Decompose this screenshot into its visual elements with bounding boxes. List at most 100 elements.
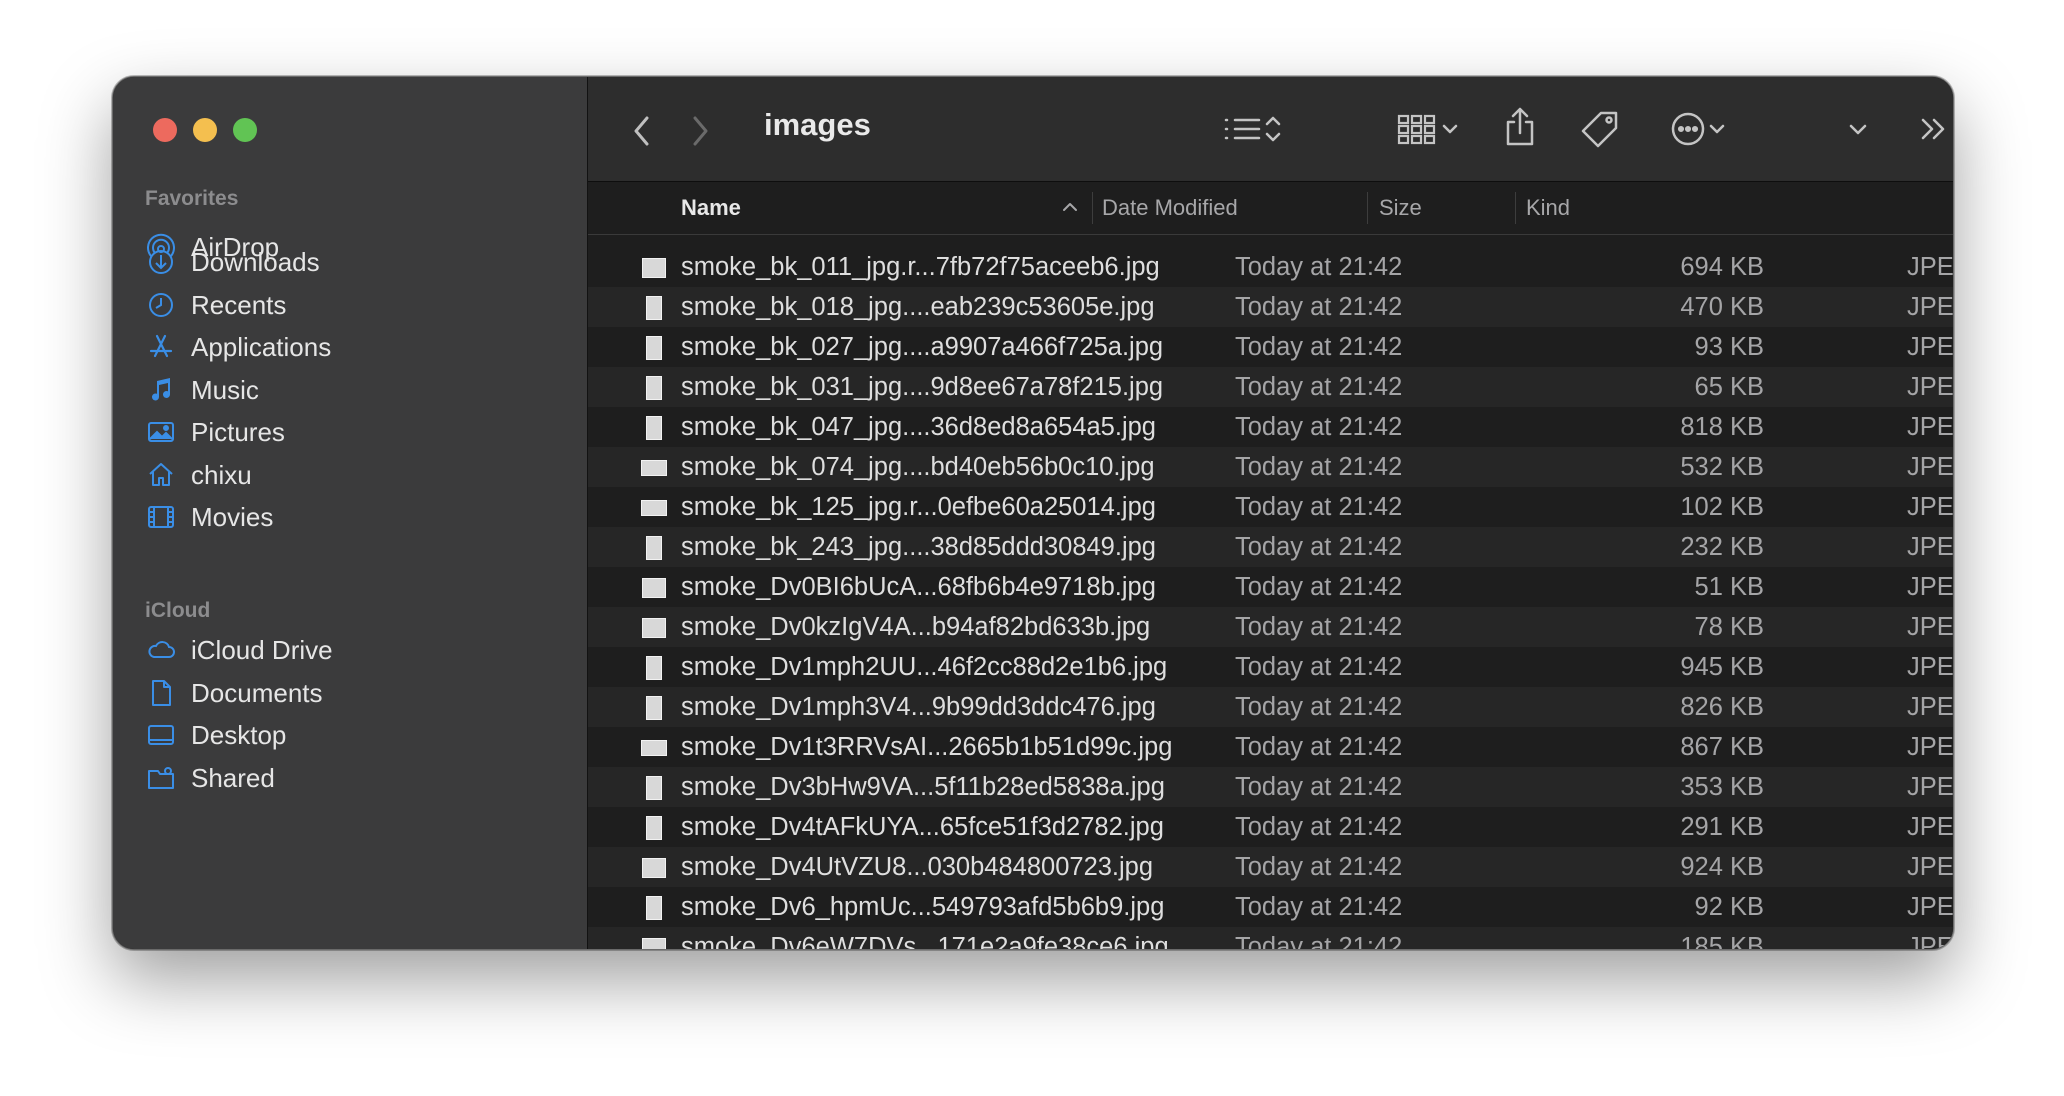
share-icon [1506,107,1534,146]
file-size: 93 KB [1694,333,1764,361]
double-chevron-icon [1921,118,1945,140]
sidebar-item-label: Documents [191,677,323,708]
file-row[interactable]: smoke_Dv1mph3V4...9b99dd3ddc476.jpg Today… [588,687,1953,727]
sidebar-item-home[interactable]: chixu [141,453,561,497]
sidebar-item-shared[interactable]: Shared [141,756,561,800]
sidebar-item-label: Music [191,374,259,405]
image-thumbnail-icon [641,895,667,921]
file-row[interactable]: smoke_Dv4UtVZU8...030b484800723.jpg Today… [588,847,1953,887]
image-thumbnail-icon [641,295,667,321]
file-row[interactable]: smoke_Dv0kzIgV4A...b94af82bd633b.jpg Toda… [588,607,1953,647]
file-row[interactable]: smoke_bk_018_jpg....eab239c53605e.jpg Tod… [588,287,1953,327]
image-thumbnail-icon [641,375,667,401]
column-header-size[interactable]: Size [1379,182,1422,234]
file-row[interactable]: smoke_bk_031_jpg....9d8ee67a78f215.jpg To… [588,367,1953,407]
more-actions-icon [1671,112,1705,146]
more-actions-button[interactable] [1658,107,1738,151]
file-date-modified: Today at 21:42 [1235,413,1403,441]
file-date-modified: Today at 21:42 [1235,453,1403,481]
file-row[interactable]: smoke_Dv6_hpmUc...549793afd5b6b9.jpg Toda… [588,887,1953,927]
sidebar-item-label: Shared [191,762,275,793]
column-header-date[interactable]: Date Modified [1102,182,1238,234]
group-by-button[interactable] [1388,107,1468,151]
file-name: smoke_bk_125_jpg.r...0efbe60a25014.jpg [681,493,1156,521]
file-row[interactable]: smoke_bk_125_jpg.r...0efbe60a25014.jpg To… [588,487,1953,527]
file-name: smoke_Dv4tAFkUYA...65fce51f3d2782.jpg [681,813,1164,841]
file-date-modified: Today at 21:42 [1235,533,1403,561]
file-row[interactable]: smoke_bk_243_jpg....38d85ddd30849.jpg Tod… [588,527,1953,567]
file-row[interactable]: smoke_bk_011_jpg.r...7fb72f75aceeb6.jpg T… [588,247,1953,287]
file-date-modified: Today at 21:42 [1235,653,1403,681]
sidebar-item-icloud-drive[interactable]: iCloud Drive [141,628,561,672]
sidebar-item-recents[interactable]: Recents [141,283,561,327]
file-row[interactable]: smoke_bk_047_jpg....36d8ed8a654a5.jpg Tod… [588,407,1953,447]
file-browser: images Name Date Modified Size Kind smok… [588,77,1953,949]
file-name: smoke_Dv3bHw9VA...5f11b28ed5838a.jpg [681,773,1165,801]
file-name: smoke_bk_011_jpg.r...7fb72f75aceeb6.jpg [681,253,1160,281]
file-list: smoke_bk_011_jpg.r...7fb72f75aceeb6.jpg T… [588,247,1953,949]
file-date-modified: Today at 21:42 [1235,333,1403,361]
minimize-window-button[interactable] [193,118,217,142]
finder-window: Favorites AirDrop Downloads Recents Appl… [112,76,1954,950]
file-size: 818 KB [1680,413,1764,441]
forward-button[interactable] [680,111,720,151]
file-kind: JPEG image [1907,493,1954,521]
file-row[interactable]: smoke_Dv1mph2UU...46f2cc88d2e1b6.jpg Toda… [588,647,1953,687]
image-thumbnail-icon [641,735,667,761]
sidebar-item-label: Applications [191,331,332,362]
toolbar-overflow-button[interactable] [1914,107,1953,151]
file-kind: JPEG image [1907,653,1954,681]
sidebar-item-movies[interactable]: Movies [141,495,561,539]
column-header-name[interactable]: Name [681,182,741,234]
image-thumbnail-icon [641,255,667,281]
sidebar-item-music[interactable]: Music [141,368,561,412]
file-kind: JPEG image [1907,733,1954,761]
desktop-icon [141,719,181,751]
sidebar-item-pictures[interactable]: Pictures [141,410,561,454]
file-row[interactable]: smoke_Dv0BI6bUcA...68fb6b4e9718b.jpg Toda… [588,567,1953,607]
file-kind: JPEG image [1907,253,1954,281]
file-row[interactable]: smoke_Dv3bHw9VA...5f11b28ed5838a.jpg Toda… [588,767,1953,807]
file-row[interactable]: smoke_bk_074_jpg....bd40eb56b0c10.jpg Tod… [588,447,1953,487]
file-kind: JPEG image [1907,373,1954,401]
back-button[interactable] [622,111,662,151]
zoom-window-button[interactable] [233,118,257,142]
sidebar-item-desktop[interactable]: Desktop [141,713,561,757]
tag-icon [1581,111,1618,148]
view-options-button[interactable] [1213,107,1293,151]
sidebar: Favorites AirDrop Downloads Recents Appl… [113,77,588,949]
file-date-modified: Today at 21:42 [1235,613,1403,641]
chevron-right-icon [693,116,708,146]
chevron-left-icon [634,116,649,146]
image-thumbnail-icon [641,615,667,641]
file-size: 470 KB [1680,293,1764,321]
file-name: smoke_bk_027_jpg....a9907a466f725a.jpg [681,333,1164,361]
file-row[interactable]: smoke_Dv1t3RRVsAI...2665b1b51d99c.jpg Tod… [588,727,1953,767]
music-note-icon [141,374,181,406]
image-thumbnail-icon [641,455,667,481]
file-size: 353 KB [1680,773,1764,801]
sort-arrows-icon [1265,116,1281,142]
column-divider[interactable] [1515,192,1516,224]
column-divider[interactable] [1092,192,1093,224]
file-kind: JPEG image [1907,293,1954,321]
file-row[interactable]: smoke_Dv6eW7DVs...171e2a9fe38ce6.jpg Toda… [588,927,1953,949]
file-size: 78 KB [1694,613,1764,641]
share-button[interactable] [1498,103,1542,151]
toolbar: images [588,77,1953,182]
close-window-button[interactable] [153,118,177,142]
file-kind: JPEG image [1907,573,1954,601]
sidebar-item-documents[interactable]: Documents [141,671,561,715]
column-divider[interactable] [1367,192,1368,224]
file-name: smoke_bk_243_jpg....38d85ddd30849.jpg [681,533,1156,561]
tag-button[interactable] [1578,107,1622,151]
sidebar-item-label: Recents [191,289,287,320]
sidebar-item-applications[interactable]: Applications [141,325,561,369]
file-row[interactable]: smoke_bk_027_jpg....a9907a466f725a.jpg To… [588,327,1953,367]
file-kind: JPEG image [1907,853,1954,881]
column-header-kind[interactable]: Kind [1526,182,1570,234]
file-name: smoke_Dv1mph3V4...9b99dd3ddc476.jpg [681,693,1156,721]
file-row[interactable]: smoke_Dv4tAFkUYA...65fce51f3d2782.jpg Tod… [588,807,1953,847]
path-dropdown-button[interactable] [1838,107,1878,151]
sidebar-item-downloads[interactable]: Downloads [141,240,561,284]
